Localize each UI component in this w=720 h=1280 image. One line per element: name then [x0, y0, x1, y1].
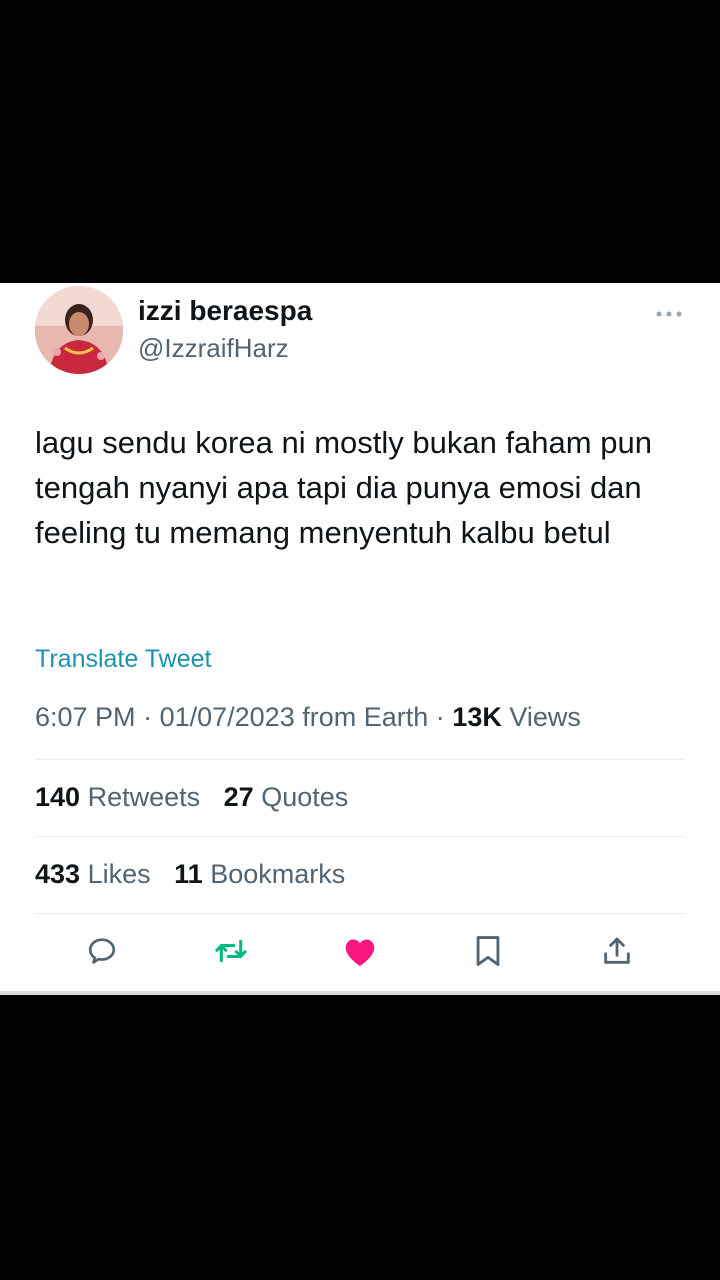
- tweet-actions-bar: [0, 931, 720, 975]
- quotes-stat[interactable]: 27 Quotes: [224, 782, 349, 812]
- views-label: Views: [509, 702, 581, 732]
- retweet-button[interactable]: [211, 931, 251, 971]
- tweet-text: lagu sendu korea ni mostly bukan faham p…: [35, 425, 652, 550]
- tweet-card: izzi beraespa @IzzraifHarz lagu sendu ko…: [0, 283, 720, 995]
- user-handle[interactable]: @IzzraifHarz: [138, 333, 289, 364]
- retweet-quote-stats: 140 Retweets 27 Quotes: [35, 782, 364, 813]
- share-icon: [604, 937, 630, 964]
- reply-icon: [88, 938, 116, 964]
- retweets-stat[interactable]: 140 Retweets: [35, 782, 200, 812]
- divider: [35, 913, 685, 914]
- more-options-button[interactable]: [654, 299, 684, 329]
- tweet-time[interactable]: 6:07 PM: [35, 702, 136, 732]
- divider: [35, 836, 685, 837]
- views-count: 13K: [452, 702, 502, 732]
- bottom-border: [0, 991, 720, 995]
- avatar[interactable]: [35, 286, 123, 374]
- translate-tweet-link[interactable]: Translate Tweet: [35, 645, 211, 674]
- tweet-location: from Earth: [302, 702, 429, 732]
- like-button[interactable]: [340, 931, 380, 971]
- tweet-metadata: 6:07 PM · 01/07/2023 from Earth · 13K Vi…: [35, 702, 581, 733]
- avatar-image: [35, 286, 123, 374]
- heart-filled-icon: [345, 939, 375, 966]
- divider: [35, 759, 685, 760]
- share-button[interactable]: [597, 931, 637, 971]
- reply-button[interactable]: [82, 931, 122, 971]
- tweet-date[interactable]: 01/07/2023: [160, 702, 295, 732]
- bookmark-button[interactable]: [468, 931, 508, 971]
- retweet-icon: [215, 939, 247, 963]
- more-horizontal-icon: [656, 311, 682, 317]
- likes-stat[interactable]: 433 Likes: [35, 859, 151, 889]
- like-bookmark-stats: 433 Likes 11 Bookmarks: [35, 859, 361, 890]
- bookmark-icon: [476, 936, 500, 966]
- bookmarks-stat[interactable]: 11 Bookmarks: [174, 859, 345, 889]
- separator: ·: [143, 702, 160, 732]
- display-name[interactable]: izzi beraespa: [138, 295, 312, 327]
- separator: ·: [435, 702, 453, 732]
